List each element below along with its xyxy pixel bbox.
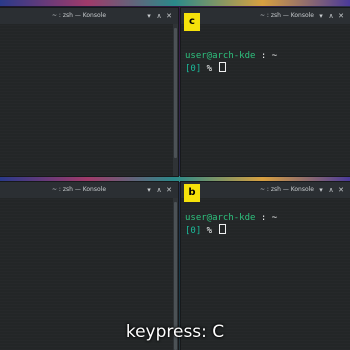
- prompt-line-1: user@arch-kde : ~: [185, 51, 277, 62]
- prompt-user-host: user@arch-kde: [185, 51, 256, 61]
- prompt-line-2: [0] %: [185, 224, 226, 237]
- keypress-caption: keypress: C: [125, 322, 225, 342]
- close-icon[interactable]: ✕: [336, 182, 346, 198]
- prompt-separator: :: [255, 51, 272, 61]
- prompt-separator: :: [255, 213, 272, 223]
- prompt-line-1: user@arch-kde : ~: [185, 213, 277, 224]
- prompt-index: [0]: [185, 64, 202, 74]
- title-bar[interactable]: ~ : zsh — Konsole ▾ ∧ ✕: [0, 182, 178, 198]
- maximize-icon[interactable]: ∧: [326, 182, 336, 198]
- maximize-icon[interactable]: ∧: [326, 8, 336, 24]
- prompt-index: [0]: [185, 226, 202, 236]
- terminal-area[interactable]: [0, 24, 178, 176]
- close-icon[interactable]: ✕: [336, 8, 346, 24]
- maximize-icon[interactable]: ∧: [154, 8, 164, 24]
- pane-label-badge: b: [184, 184, 200, 202]
- minimize-icon[interactable]: ▾: [316, 8, 326, 24]
- pane-label-badge: c: [184, 13, 200, 31]
- text-cursor: [218, 224, 226, 234]
- konsole-window-top-left[interactable]: ~ : zsh — Konsole ▾ ∧ ✕: [0, 8, 178, 176]
- konsole-window-top-right[interactable]: ~ : zsh — Konsole ▾ ∧ ✕ user@arch-kde : …: [181, 8, 350, 176]
- prompt-path: ~: [271, 51, 278, 61]
- minimize-icon[interactable]: ▾: [316, 182, 326, 198]
- window-title: ~ : zsh — Konsole: [259, 186, 314, 193]
- title-bar[interactable]: ~ : zsh — Konsole ▾ ∧ ✕: [0, 8, 178, 24]
- scrollbar[interactable]: [173, 24, 178, 176]
- maximize-icon[interactable]: ∧: [154, 182, 164, 198]
- prompt-user-host: user@arch-kde: [185, 213, 256, 223]
- title-bar[interactable]: ~ : zsh — Konsole ▾ ∧ ✕: [181, 8, 350, 24]
- minimize-icon[interactable]: ▾: [144, 182, 154, 198]
- close-icon[interactable]: ✕: [164, 182, 174, 198]
- prompt-line-2: [0] %: [185, 62, 226, 75]
- terminal-area[interactable]: user@arch-kde : ~ [0] %: [181, 24, 350, 176]
- prompt-symbol: %: [201, 226, 218, 236]
- close-icon[interactable]: ✕: [164, 8, 174, 24]
- window-title: ~ : zsh — Konsole: [259, 12, 314, 19]
- title-bar[interactable]: ~ : zsh — Konsole ▾ ∧ ✕: [181, 182, 350, 198]
- prompt-path: ~: [271, 213, 278, 223]
- desktop-wallpaper-strip: [0, 0, 350, 6]
- minimize-icon[interactable]: ▾: [144, 8, 154, 24]
- scrollbar-thumb[interactable]: [174, 28, 177, 158]
- text-cursor: [218, 62, 226, 72]
- prompt-symbol: %: [201, 64, 218, 74]
